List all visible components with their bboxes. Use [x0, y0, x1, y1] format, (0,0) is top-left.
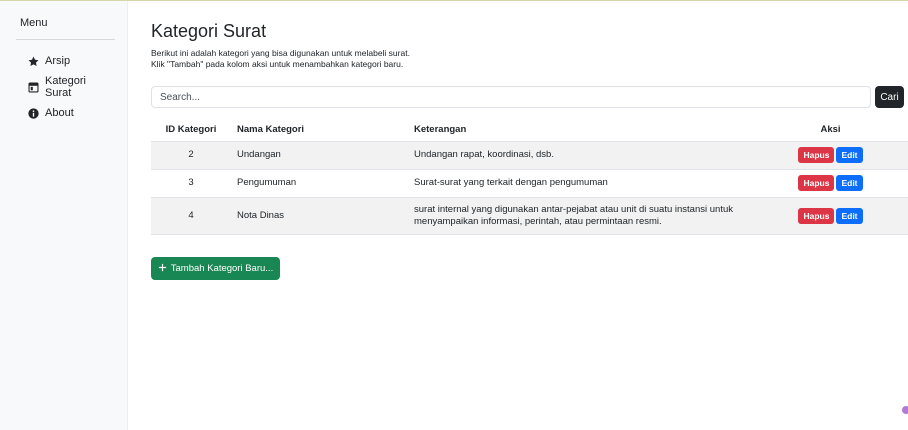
cell-nama: Nota Dinas [231, 197, 408, 235]
column-header-aksi: Aksi [753, 118, 908, 142]
sidebar-item-label: Kategori Surat [45, 75, 86, 99]
sidebar-item-label: Arsip [45, 55, 71, 67]
cell-id: 3 [151, 169, 231, 198]
delete-button[interactable]: Hapus [798, 175, 835, 191]
sidebar-item-arsip[interactable]: Arsip [28, 52, 115, 70]
cell-aksi: Hapus Edit [753, 141, 908, 170]
star-icon [28, 56, 39, 67]
delete-button[interactable]: Hapus [798, 207, 835, 224]
page-description: Berikut ini adalah kategori yang bisa di… [151, 48, 908, 70]
cell-aksi: Hapus Edit [753, 197, 908, 235]
kategori-table: ID Kategori Nama Kategori Keterangan Aks… [151, 118, 908, 235]
cell-nama: Pengumuman [231, 169, 408, 198]
search-bar: Cari [151, 86, 908, 108]
add-category-button[interactable]: Tambah Kategori Baru... [151, 257, 280, 280]
sidebar-divider [16, 39, 115, 40]
page-title: Kategori Surat [151, 21, 267, 41]
cell-id: 4 [151, 197, 231, 235]
cell-id: 2 [151, 141, 231, 170]
add-category-label: Tambah Kategori Baru... [170, 263, 274, 274]
window-icon [28, 81, 39, 93]
description-line: Klik "Tambah" pada kolom aksi untuk mena… [151, 59, 404, 69]
sidebar-item-kategori-surat[interactable]: Kategori Surat [28, 75, 115, 99]
sidebar-item-about[interactable]: About [28, 104, 115, 122]
edit-button[interactable]: Edit [836, 175, 863, 191]
cell-aksi: Hapus Edit [753, 169, 908, 198]
edit-button[interactable]: Edit [836, 147, 863, 163]
cell-nama: Undangan [231, 141, 408, 170]
edit-button[interactable]: Edit [836, 207, 863, 224]
table-row: 4 Nota Dinas surat internal yang digunak… [151, 197, 908, 235]
cell-keterangan: Surat-surat yang terkait dengan pengumum… [408, 169, 753, 198]
column-header-nama: Nama Kategori [231, 118, 408, 142]
column-header-keterangan: Keterangan [408, 118, 753, 142]
top-border [0, 0, 908, 1]
info-circle-icon [28, 107, 39, 119]
column-header-id: ID Kategori [151, 118, 231, 142]
delete-button[interactable]: Hapus [798, 147, 835, 163]
sidebar-title: Menu [20, 17, 48, 29]
search-button[interactable]: Cari [875, 86, 904, 108]
main-content: Kategori Surat Berikut ini adalah katego… [151, 20, 908, 280]
table-row: 2 Undangan Undangan rapat, koordinasi, d… [151, 141, 908, 170]
floating-assistant-icon[interactable] [902, 406, 908, 414]
search-input[interactable] [151, 86, 871, 108]
description-line: Berikut ini adalah kategori yang bisa di… [151, 48, 410, 58]
sidebar-item-label: About [45, 107, 74, 119]
table-header-row: ID Kategori Nama Kategori Keterangan Aks… [151, 118, 908, 142]
table-row: 3 Pengumuman Surat-surat yang terkait de… [151, 169, 908, 198]
cell-keterangan: surat internal yang digunakan antar-peja… [408, 197, 753, 235]
cell-keterangan: Undangan rapat, koordinasi, dsb. [408, 141, 753, 170]
plus-icon [158, 263, 167, 275]
sidebar: Menu Arsip Kategori Surat About [0, 1, 128, 430]
